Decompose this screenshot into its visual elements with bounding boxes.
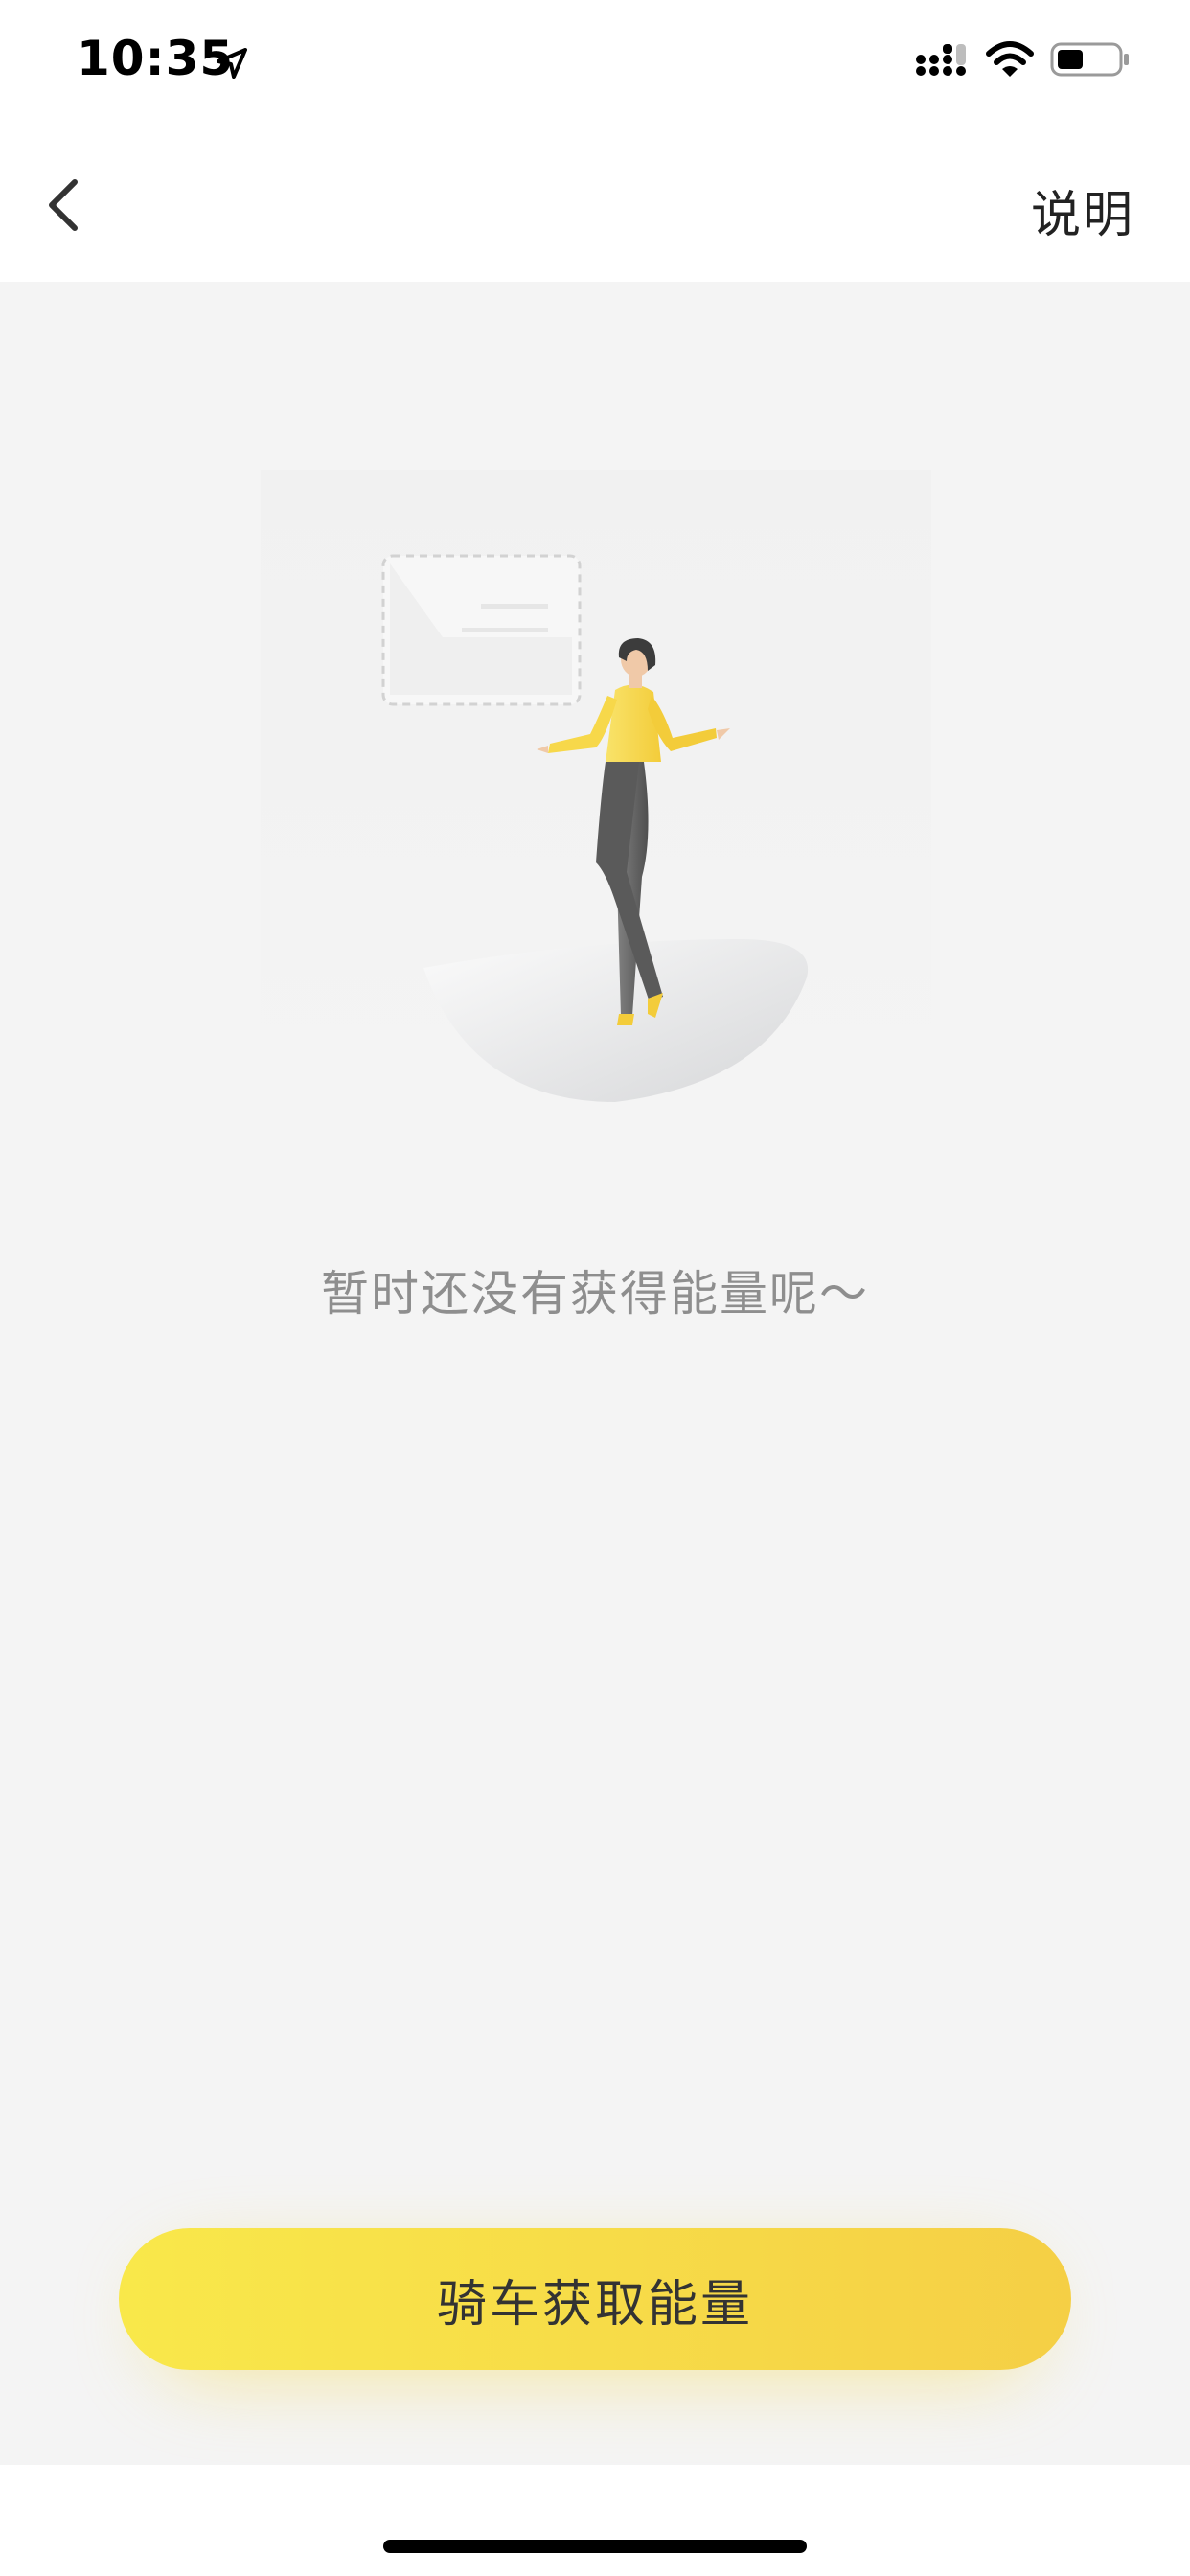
help-link[interactable]: 说明 <box>1031 174 1134 246</box>
back-button[interactable] <box>25 167 102 243</box>
chevron-left-icon <box>49 179 78 231</box>
person-standing-illustration <box>261 470 931 1140</box>
wifi-icon <box>986 41 1034 77</box>
navigation-bar: 说明 <box>0 125 1190 282</box>
battery-icon <box>1050 42 1129 77</box>
home-indicator[interactable] <box>383 2540 807 2553</box>
status-bar: 10:35 <box>0 0 1190 125</box>
empty-state-message: 暂时还没有获得能量呢～ <box>321 1266 869 1322</box>
ride-to-earn-energy-button[interactable]: 骑车获取能量 <box>119 2228 1071 2370</box>
bottom-safe-area <box>0 2465 1190 2576</box>
status-time: 10:35 <box>77 31 235 86</box>
signal-icon <box>916 44 966 76</box>
location-arrow-icon <box>217 48 247 79</box>
